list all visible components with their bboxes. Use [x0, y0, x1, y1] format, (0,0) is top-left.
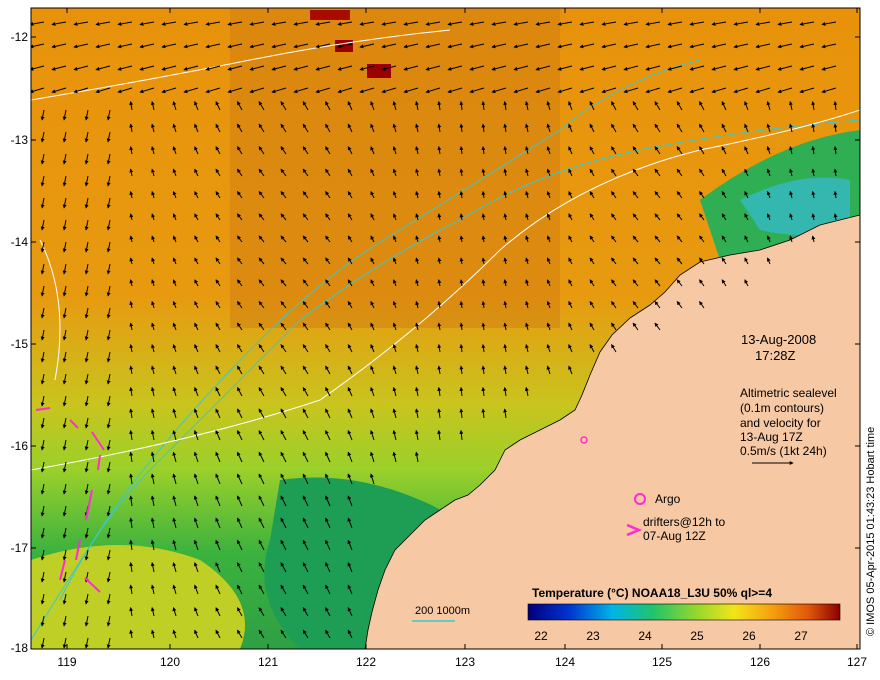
lon-tick-label: 122 [355, 655, 377, 669]
drifters-label-2: 07-Aug 12Z [643, 529, 706, 543]
lon-tick-label: 126 [749, 655, 771, 669]
altimetry-note-2: (0.1m contours) [740, 401, 825, 415]
argo-label: Argo [655, 492, 681, 506]
colorbar-tick: 25 [690, 629, 704, 643]
altimetry-note-4: 13-Aug 17Z [740, 430, 803, 444]
colorbar-tick: 24 [638, 629, 652, 643]
lat-tick-label: -18 [10, 641, 28, 655]
lat-tick-label: -14 [10, 235, 28, 249]
lat-tick-label: -17 [10, 541, 28, 555]
lat-tick-label: -15 [10, 337, 28, 351]
sst-darker-band [230, 8, 560, 328]
drifters-label-1: drifters@12h to [643, 515, 726, 529]
lon-tick-label: 119 [57, 655, 77, 669]
credit-line: © IMOS 05-Apr-2015 01:43:23 Hobart time [865, 426, 877, 636]
colorbar-tick: 26 [742, 629, 756, 643]
hot-patch-3 [310, 10, 350, 20]
isobath-legend-label: 200 1000m [415, 605, 471, 617]
lat-tick-label: -12 [10, 30, 28, 44]
altimetry-note-3: and velocity for [740, 416, 821, 430]
lon-tick-label: 124 [554, 655, 576, 669]
lat-tick-label: -16 [10, 439, 28, 453]
lon-tick-label: 123 [454, 655, 476, 669]
colorbar-tick: 22 [534, 629, 548, 643]
date-label: 13-Aug-2008 [741, 332, 817, 347]
colorbar [527, 603, 841, 621]
altimetry-note-1: Altimetric sealevel [740, 386, 837, 400]
lon-tick-label: 127 [846, 655, 868, 669]
velocity-scale-label: 0.5m/s (1kt 24h) [740, 444, 827, 458]
colorbar-tick: 27 [794, 629, 808, 643]
colorbar-tick: 23 [586, 629, 600, 643]
hot-patch-2 [367, 64, 391, 78]
time-label: 17:28Z [755, 348, 796, 363]
lon-tick-label: 121 [257, 655, 279, 669]
lon-tick-label: 125 [651, 655, 673, 669]
lat-tick-label: -13 [10, 133, 28, 147]
lon-tick-label: 120 [159, 655, 181, 669]
colorbar-title: Temperature (°C) NOAA18_L3U 50% ql>=4 [532, 586, 772, 600]
